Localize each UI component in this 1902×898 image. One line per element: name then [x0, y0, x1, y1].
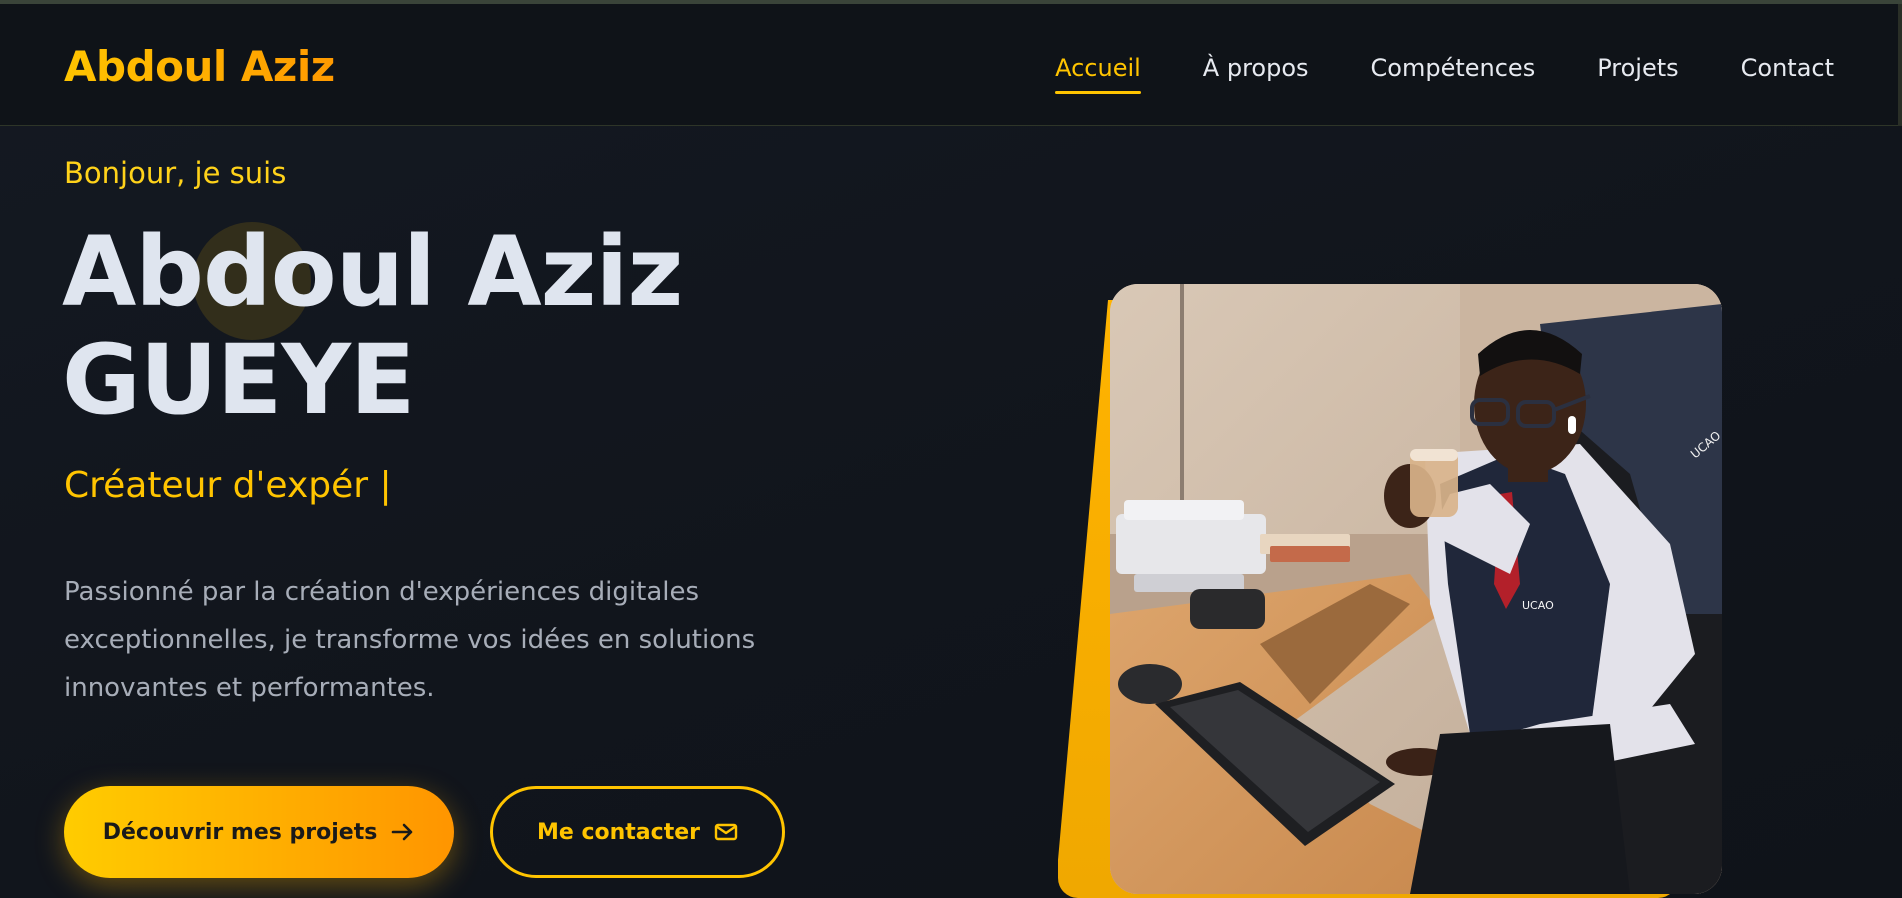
nav-link-competences[interactable]: Compétences	[1371, 54, 1536, 88]
typed-role-text: Créateur d'expér |	[64, 465, 392, 506]
profile-photo: UCAO UCAO	[1110, 284, 1722, 894]
portfolio-page: Abdoul Aziz Accueil À propos Compétences…	[0, 0, 1902, 898]
contact-me-label: Me contacter	[537, 819, 700, 845]
nav-link-a-propos[interactable]: À propos	[1203, 54, 1309, 88]
discover-projects-label: Découvrir mes projets	[102, 819, 378, 845]
vest-logo-text: UCAO	[1522, 599, 1554, 612]
nav-link-accueil[interactable]: Accueil	[1055, 54, 1141, 94]
hero-name-line2: GUEYE	[62, 324, 415, 436]
nav-links: Accueil À propos Compétences Projets Con…	[993, 54, 1834, 94]
discover-projects-button[interactable]: Découvrir mes projets	[64, 786, 454, 878]
navbar-edge	[1898, 4, 1902, 126]
hero-description: Passionné par la création d'expériences …	[64, 577, 756, 703]
hero-name-line1: Abdoul Aziz	[62, 216, 683, 328]
profile-photo-illustration: UCAO UCAO	[1110, 284, 1722, 894]
arrow-right-icon	[391, 822, 415, 842]
contact-me-button[interactable]: Me contacter	[490, 786, 785, 878]
hero-greeting: Bonjour, je suis	[64, 156, 287, 190]
hero-name: Abdoul Aziz GUEYE	[62, 216, 683, 436]
nav-link-projets[interactable]: Projets	[1597, 54, 1678, 88]
envelope-icon	[714, 822, 738, 842]
brand-logo[interactable]: Abdoul Aziz	[64, 42, 335, 91]
nav-link-contact[interactable]: Contact	[1741, 54, 1834, 88]
navbar: Abdoul Aziz Accueil À propos Compétences…	[0, 4, 1902, 126]
